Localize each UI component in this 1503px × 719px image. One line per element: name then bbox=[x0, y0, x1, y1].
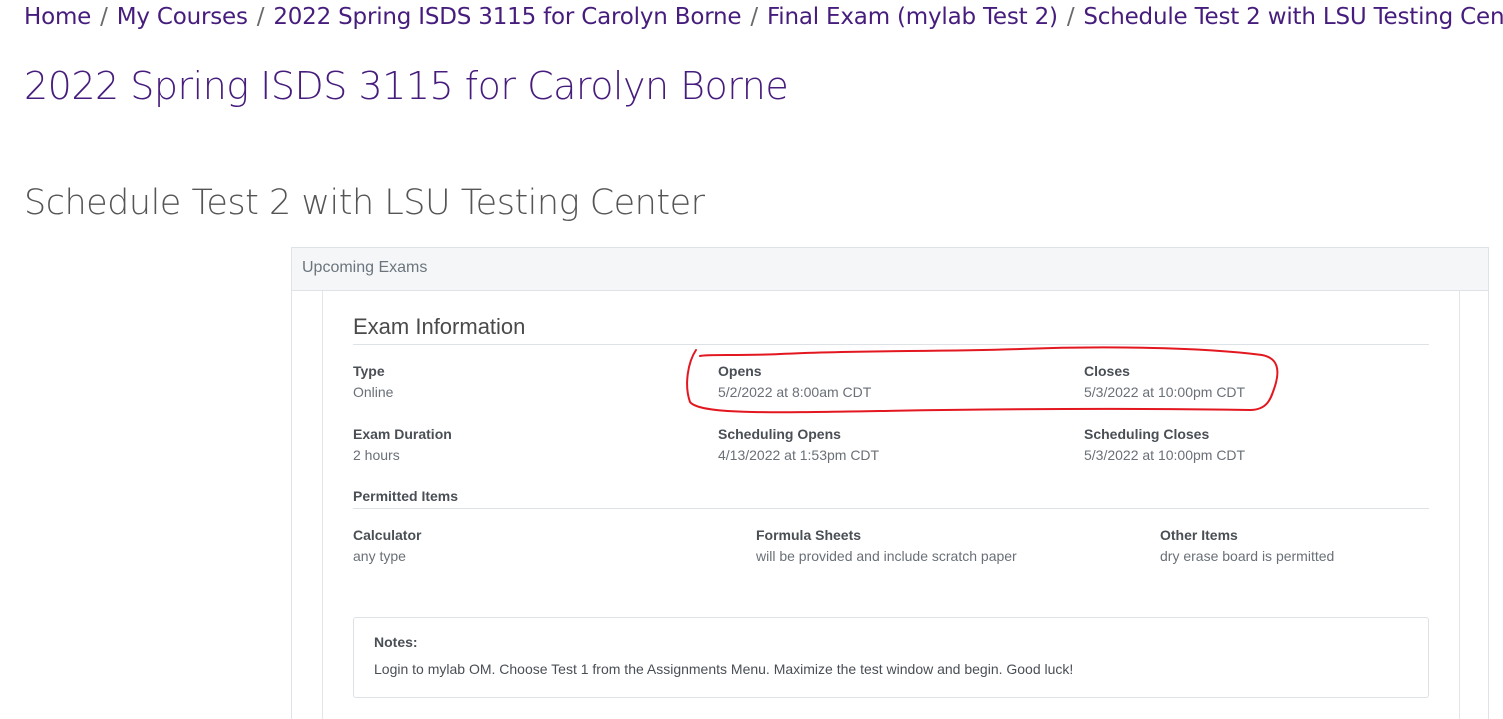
scheduling-closes-value: 5/3/2022 at 10:00pm CDT bbox=[1084, 447, 1246, 463]
section-title: Exam Information bbox=[353, 314, 526, 339]
permitted-items-label: Permitted Items bbox=[353, 488, 459, 504]
breadcrumb-separator: / bbox=[256, 4, 265, 30]
formula-sheets-label: Formula Sheets bbox=[756, 527, 862, 543]
scheduling-opens-value: 4/13/2022 at 1:53pm CDT bbox=[718, 447, 880, 463]
section-divider bbox=[353, 344, 1429, 345]
type-value: Online bbox=[353, 384, 394, 400]
closes-value: 5/3/2022 at 10:00pm CDT bbox=[1084, 384, 1246, 400]
panel-header: Upcoming Exams bbox=[292, 248, 1488, 291]
formula-sheets-value: will be provided and include scratch pap… bbox=[756, 548, 1017, 564]
other-items-value: dry erase board is permitted bbox=[1160, 548, 1335, 564]
course-title: 2022 Spring ISDS 3115 for Carolyn Borne bbox=[24, 64, 789, 108]
type-label: Type bbox=[353, 363, 385, 379]
notes-label: Notes: bbox=[374, 634, 418, 650]
scheduling-closes-field: Scheduling Closes 5/3/2022 at 10:00pm CD… bbox=[1084, 425, 1245, 464]
breadcrumb: Home / My Courses / 2022 Spring ISDS 3115 fo… bbox=[24, 4, 1503, 30]
formula-sheets-field: Formula Sheets will be provided and incl… bbox=[756, 526, 1017, 565]
upcoming-exams-panel: Upcoming Exams Exam Information Type Onl… bbox=[291, 247, 1489, 719]
breadcrumb-separator: / bbox=[1066, 4, 1075, 30]
page-heading: Schedule Test 2 with LSU Testing Center bbox=[24, 183, 705, 223]
scheduling-opens-field: Scheduling Opens 4/13/2022 at 1:53pm CDT bbox=[718, 425, 879, 464]
other-items-label: Other Items bbox=[1160, 527, 1238, 543]
exam-duration-value: 2 hours bbox=[353, 447, 400, 463]
breadcrumb-my-courses-link[interactable]: My Courses bbox=[117, 4, 248, 30]
opens-field: Opens 5/2/2022 at 8:00am CDT bbox=[718, 362, 871, 401]
exam-information-card: Exam Information Type Online Opens 5/2/2… bbox=[322, 291, 1460, 719]
opens-value: 5/2/2022 at 8:00am CDT bbox=[718, 384, 872, 400]
type-field: Type Online bbox=[353, 362, 393, 401]
calculator-label: Calculator bbox=[353, 527, 422, 543]
exam-duration-field: Exam Duration 2 hours bbox=[353, 425, 452, 464]
notes-text: Login to mylab OM. Choose Test 1 from th… bbox=[374, 661, 1074, 677]
notes-box: Notes: Login to mylab OM. Choose Test 1 … bbox=[353, 617, 1429, 698]
breadcrumb-separator: / bbox=[100, 4, 108, 30]
exam-duration-label: Exam Duration bbox=[353, 426, 452, 442]
opens-label: Opens bbox=[718, 363, 762, 379]
calculator-value: any type bbox=[353, 548, 406, 564]
breadcrumb-course-link[interactable]: 2022 Spring ISDS 3115 for Carolyn Borne bbox=[273, 4, 741, 30]
calculator-field: Calculator any type bbox=[353, 526, 421, 565]
closes-field: Closes 5/3/2022 at 10:00pm CDT bbox=[1084, 362, 1245, 401]
scheduling-closes-label: Scheduling Closes bbox=[1084, 426, 1210, 442]
breadcrumb-final-exam-link[interactable]: Final Exam (mylab Test 2) bbox=[767, 4, 1058, 30]
other-items-field: Other Items dry erase board is permitted bbox=[1160, 526, 1334, 565]
breadcrumb-separator: / bbox=[750, 4, 758, 30]
closes-label: Closes bbox=[1084, 363, 1130, 379]
breadcrumb-home-link[interactable]: Home bbox=[24, 4, 91, 30]
scheduling-opens-label: Scheduling Opens bbox=[718, 426, 841, 442]
breadcrumb-current-link[interactable]: Schedule Test 2 with LSU Testing Center bbox=[1083, 4, 1503, 30]
permitted-items-divider bbox=[353, 508, 1429, 509]
